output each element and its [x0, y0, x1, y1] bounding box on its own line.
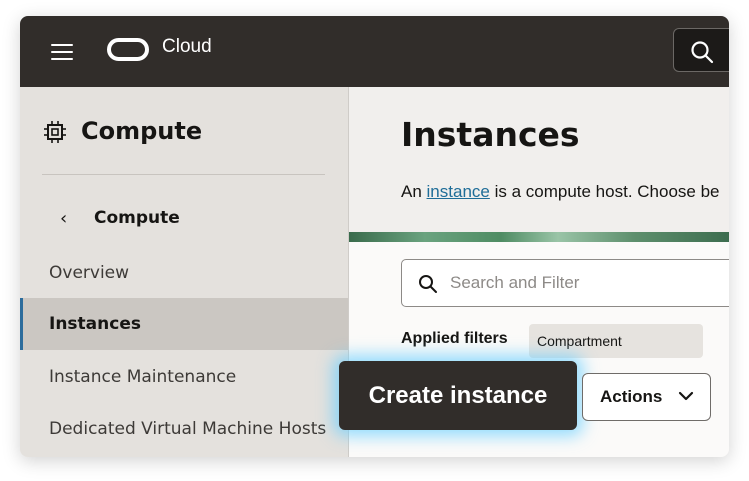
sidebar-item-instance-maintenance[interactable]: Instance Maintenance	[20, 351, 348, 403]
chip-icon	[44, 121, 66, 143]
actions-button[interactable]: Actions	[582, 373, 711, 421]
chevron-left-icon[interactable]: ‹	[60, 208, 67, 229]
oracle-logo-icon[interactable]	[107, 38, 149, 61]
create-instance-button[interactable]: Create instance	[339, 361, 577, 430]
global-search-button[interactable]	[673, 28, 729, 72]
search-placeholder: Search and Filter	[450, 273, 580, 292]
search-input[interactable]: Search and Filter	[401, 259, 729, 307]
page-title: Instances	[401, 115, 580, 154]
sidebar-item-dedicated-vm-hosts[interactable]: Dedicated Virtual Machine Hosts	[20, 403, 348, 455]
intro-suffix: is a compute host. Choose be	[489, 182, 720, 201]
intro-text: An instance is a compute host. Choose be	[401, 182, 720, 202]
sidebar-item-overview[interactable]: Overview	[20, 247, 348, 299]
intro-prefix: An	[401, 182, 427, 201]
applied-filters-label: Applied filters	[401, 330, 508, 347]
sidebar-title: Compute	[81, 117, 203, 145]
sidebar-divider	[42, 174, 325, 175]
top-bar: Cloud	[20, 16, 729, 87]
sidebar: Compute ‹ Compute Overview Instances Ins…	[20, 87, 349, 457]
sidebar-back-link[interactable]: Compute	[94, 208, 180, 228]
actions-label: Actions	[600, 387, 663, 406]
chevron-down-icon	[678, 391, 694, 401]
search-icon	[419, 275, 437, 293]
menu-icon[interactable]	[51, 44, 73, 60]
decorative-banner	[349, 232, 729, 242]
filter-chip-compartment[interactable]: Compartment	[529, 324, 703, 358]
sidebar-item-instances[interactable]: Instances	[20, 298, 348, 350]
search-icon	[691, 41, 714, 64]
instance-link[interactable]: instance	[427, 182, 490, 201]
brand-label: Cloud	[162, 36, 212, 57]
